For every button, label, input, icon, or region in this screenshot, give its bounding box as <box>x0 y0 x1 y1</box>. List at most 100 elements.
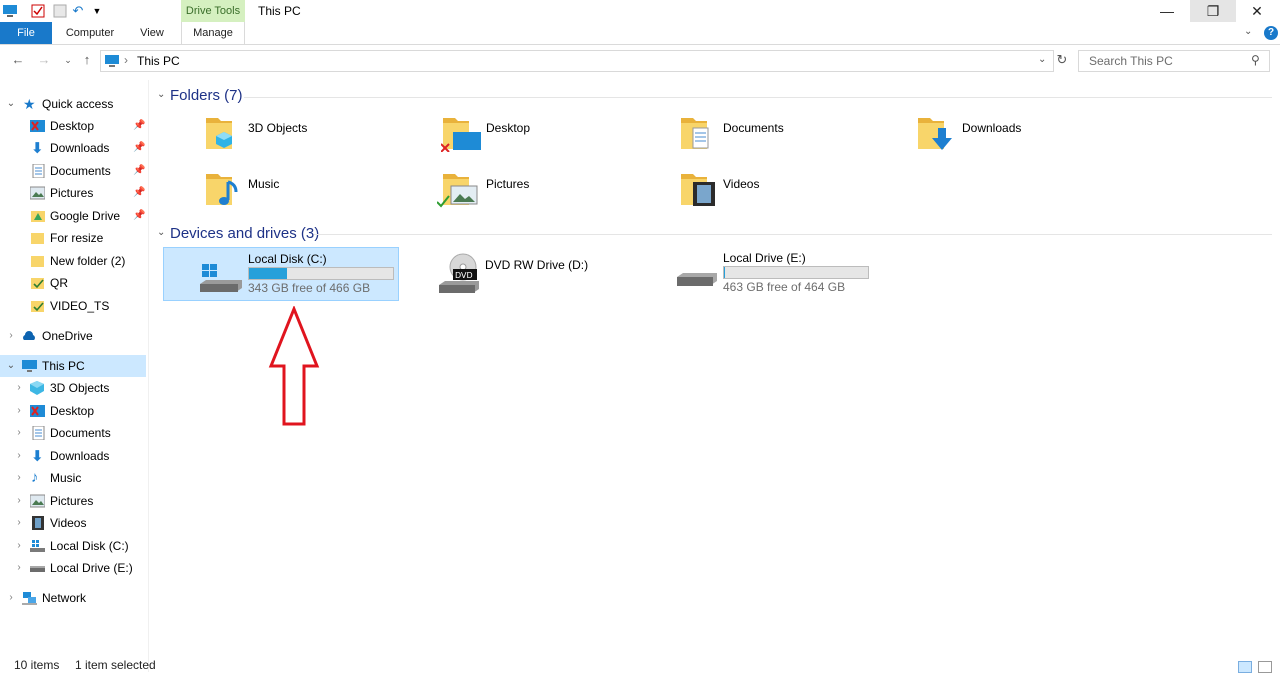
annotation-up-arrow <box>268 306 320 428</box>
drive-tile-dvd-rw-d[interactable]: DVD DVD RW Drive (D:) <box>401 247 635 299</box>
network-icon <box>22 591 37 605</box>
nav-item-documents[interactable]: Documents 📌 <box>0 160 148 182</box>
breadcrumb-chevron-icon[interactable]: › <box>124 53 128 67</box>
nav-item-pictures[interactable]: Pictures 📌 <box>0 182 148 204</box>
minimize-button[interactable]: — <box>1144 0 1190 22</box>
close-button[interactable]: ✕ <box>1234 0 1280 22</box>
folders-group-header[interactable]: Folders (7) <box>170 87 243 104</box>
expand-chevron-icon[interactable]: › <box>6 325 16 347</box>
refresh-icon[interactable]: ↻ <box>1054 52 1070 68</box>
pictures-icon <box>30 186 45 200</box>
address-bar[interactable]: › This PC ⌄ <box>100 50 1054 72</box>
expand-chevron-icon[interactable]: › <box>14 557 24 579</box>
nav-pc-local-disk-c[interactable]: › Local Disk (C:) <box>0 535 148 557</box>
recent-locations-icon[interactable]: ⌄ <box>60 52 76 68</box>
nav-item-desktop[interactable]: Desktop 📌 <box>0 115 148 137</box>
folder-label: Music <box>248 177 279 191</box>
drive-tile-local-drive-e[interactable]: Local Drive (E:) 463 GB free of 464 GB <box>639 247 873 299</box>
restore-button[interactable]: ❐ <box>1190 0 1236 22</box>
nav-item-downloads[interactable]: ⬇ Downloads 📌 <box>0 137 148 159</box>
expand-chevron-icon[interactable]: › <box>14 445 24 467</box>
search-icon[interactable]: ⚲ <box>1251 53 1260 67</box>
folder-tile-documents[interactable]: Documents <box>679 112 879 158</box>
nav-pc-desktop[interactable]: › Desktop <box>0 400 148 422</box>
nav-onedrive[interactable]: › OneDrive <box>0 325 148 347</box>
nav-pc-pictures[interactable]: › Pictures <box>0 490 148 512</box>
drive-label: Local Drive (E:) <box>723 251 806 265</box>
tab-view[interactable]: View <box>128 22 176 44</box>
drive-tile-local-disk-c[interactable]: Local Disk (C:) 343 GB free of 466 GB <box>163 247 399 301</box>
expand-chevron-icon[interactable]: › <box>14 377 24 399</box>
tab-file[interactable]: File <box>0 22 52 44</box>
pin-icon[interactable]: 📌 <box>133 160 145 182</box>
nav-label: Videos <box>50 512 86 534</box>
nav-network[interactable]: › Network <box>0 587 148 609</box>
pin-icon[interactable]: 📌 <box>133 205 145 227</box>
nav-label: Desktop <box>50 115 94 137</box>
expand-chevron-icon[interactable]: › <box>14 490 24 512</box>
address-dropdown-icon[interactable]: ⌄ <box>1038 54 1046 65</box>
tab-manage[interactable]: Manage <box>181 22 245 44</box>
expand-chevron-icon[interactable]: › <box>14 400 24 422</box>
collapse-group-icon[interactable]: ⌄ <box>157 89 165 100</box>
large-icons-view-icon[interactable] <box>1258 661 1272 673</box>
pin-icon[interactable]: 📌 <box>133 115 145 137</box>
nav-pc-local-drive-e[interactable]: › Local Drive (E:) <box>0 557 148 579</box>
nav-item-for-resize[interactable]: For resize <box>0 227 148 249</box>
collapse-chevron-icon[interactable]: ⌄ <box>6 355 16 377</box>
computer-icon[interactable] <box>2 3 18 19</box>
folder-label: Desktop <box>486 121 530 135</box>
folder-icon <box>31 209 46 223</box>
expand-chevron-icon[interactable]: › <box>14 467 24 489</box>
search-box[interactable]: ⚲ <box>1078 50 1270 72</box>
collapse-group-icon[interactable]: ⌄ <box>157 227 165 238</box>
nav-label: Music <box>50 467 81 489</box>
nav-item-qr[interactable]: QR <box>0 272 148 294</box>
forward-button[interactable]: → <box>36 52 52 68</box>
folder-tile-3d-objects[interactable]: 3D Objects <box>204 112 404 158</box>
expand-ribbon-icon[interactable]: ⌄ <box>1244 26 1252 37</box>
window-title: This PC <box>258 4 301 18</box>
collapse-chevron-icon[interactable]: ⌄ <box>6 93 16 115</box>
windows-drive-icon <box>198 262 244 296</box>
document-icon <box>31 426 46 440</box>
search-input[interactable] <box>1087 51 1251 71</box>
pin-icon[interactable]: 📌 <box>133 137 145 159</box>
folder-tile-music[interactable]: Music <box>204 168 404 214</box>
nav-item-google-drive[interactable]: Google Drive 📌 <box>0 205 148 227</box>
expand-chevron-icon[interactable]: › <box>14 422 24 444</box>
group-divider <box>314 234 1272 235</box>
nav-pc-3d-objects[interactable]: › 3D Objects <box>0 377 148 399</box>
nav-this-pc[interactable]: ⌄ This PC <box>0 355 146 377</box>
properties-icon[interactable] <box>30 3 46 19</box>
folder-tile-downloads[interactable]: Downloads <box>916 112 1116 158</box>
new-folder-icon[interactable] <box>52 3 68 19</box>
tab-computer[interactable]: Computer <box>58 22 122 44</box>
devices-group-header[interactable]: Devices and drives (3) <box>170 225 319 242</box>
expand-chevron-icon[interactable]: › <box>6 587 16 609</box>
customize-qat-icon[interactable]: ▼ <box>89 3 105 19</box>
pin-icon[interactable]: 📌 <box>133 182 145 204</box>
breadcrumb-this-pc[interactable]: This PC <box>137 54 180 68</box>
nav-label: Pictures <box>50 182 93 204</box>
nav-item-new-folder-2[interactable]: New folder (2) <box>0 250 148 272</box>
nav-pc-downloads[interactable]: › ⬇ Downloads <box>0 445 148 467</box>
nav-pc-videos[interactable]: › Videos <box>0 512 148 534</box>
nav-pc-documents[interactable]: › Documents <box>0 422 148 444</box>
folder-tile-desktop[interactable]: Desktop <box>441 112 641 158</box>
up-button[interactable]: ↑ <box>79 52 95 68</box>
expand-chevron-icon[interactable]: › <box>14 535 24 557</box>
undo-icon[interactable]: ↶ <box>70 3 86 19</box>
folder-icon <box>31 254 46 268</box>
nav-pc-music[interactable]: › ♪ Music <box>0 467 148 489</box>
nav-item-video-ts[interactable]: VIDEO_TS <box>0 295 148 317</box>
nav-quick-access[interactable]: ⌄ ★ Quick access <box>0 93 148 115</box>
details-view-icon[interactable] <box>1238 661 1252 673</box>
expand-chevron-icon[interactable]: › <box>14 512 24 534</box>
computer-icon <box>22 359 37 373</box>
folder-tile-videos[interactable]: Videos <box>679 168 879 214</box>
folder-tile-pictures[interactable]: Pictures <box>441 168 641 214</box>
help-icon[interactable]: ? <box>1264 26 1278 40</box>
back-button[interactable]: ← <box>10 52 26 68</box>
nav-label: OneDrive <box>42 325 93 347</box>
